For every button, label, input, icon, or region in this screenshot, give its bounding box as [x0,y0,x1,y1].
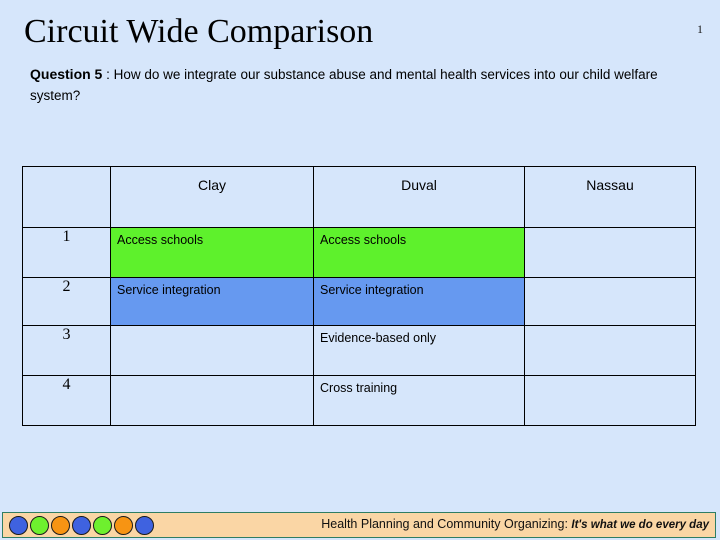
cell-clay-4 [110,375,314,426]
question-block: Question 5 : How do we integrate our sub… [30,64,680,106]
cell-text: Evidence-based only [320,331,437,345]
cell-clay-2: Service integration [110,277,314,326]
page-title: Circuit Wide Comparison [24,13,374,50]
footer-dot-3 [51,516,70,535]
table-row: 3 Evidence-based only [22,325,696,376]
cell-nassau-4 [524,375,696,426]
header-cell-clay: Clay [110,166,314,228]
cell-text: Service integration [320,283,424,297]
cell-text [525,278,695,283]
cell-text [111,376,313,381]
footer-text: Health Planning and Community Organizing… [321,517,709,531]
footer-dot-1 [9,516,28,535]
cell-text: Cross training [320,381,398,395]
cell-text: Access schools [320,233,407,247]
header-cell-duval: Duval [313,166,525,228]
table-header-row: Clay Duval Nassau [22,166,696,228]
question-separator: : [102,67,114,82]
cell-text: Service integration [117,283,221,297]
table-row: 2 Service integration Service integratio… [22,277,696,326]
row-index-4: 4 [22,375,111,426]
cell-text: Access schools [117,233,204,247]
footer-dot-group [9,516,154,535]
footer-dot-5 [93,516,112,535]
cell-clay-1: Access schools [110,227,314,278]
header-label-nassau: Nassau [586,177,634,193]
cell-duval-4: Cross training [313,375,525,426]
comparison-table: Clay Duval Nassau 1 Access schools Acces… [22,166,696,426]
cell-text [525,228,695,233]
table-row: 1 Access schools Access schools [22,227,696,278]
cell-nassau-1 [524,227,696,278]
footer-dot-6 [114,516,133,535]
footer-dot-7 [135,516,154,535]
header-label-index [23,167,110,177]
cell-duval-1: Access schools [313,227,525,278]
row-index-1: 1 [22,227,111,278]
page-number: 1 [697,22,703,36]
footer-dot-2 [30,516,49,535]
cell-nassau-2 [524,277,696,326]
cell-text [525,326,695,331]
row-index-3: 3 [22,325,111,376]
header-label-clay: Clay [197,177,226,193]
question-label: Question 5 [30,66,103,82]
row-index-2: 2 [22,277,111,326]
footer-tagline: It's what we do every day [571,519,709,531]
cell-text [111,326,313,331]
header-label-duval: Duval [401,177,437,193]
cell-nassau-3 [524,325,696,376]
cell-duval-3: Evidence-based only [313,325,525,376]
cell-duval-2: Service integration [313,277,525,326]
header-cell-index [22,166,111,228]
header-cell-nassau: Nassau [524,166,696,228]
cell-clay-3 [110,325,314,376]
footer-organization: Health Planning and Community Organizing… [321,517,568,531]
question-text: How do we integrate our substance abuse … [30,67,658,103]
footer-bar: Health Planning and Community Organizing… [2,512,716,538]
footer-dot-4 [72,516,91,535]
cell-text [525,376,695,381]
table-row: 4 Cross training [22,375,696,426]
